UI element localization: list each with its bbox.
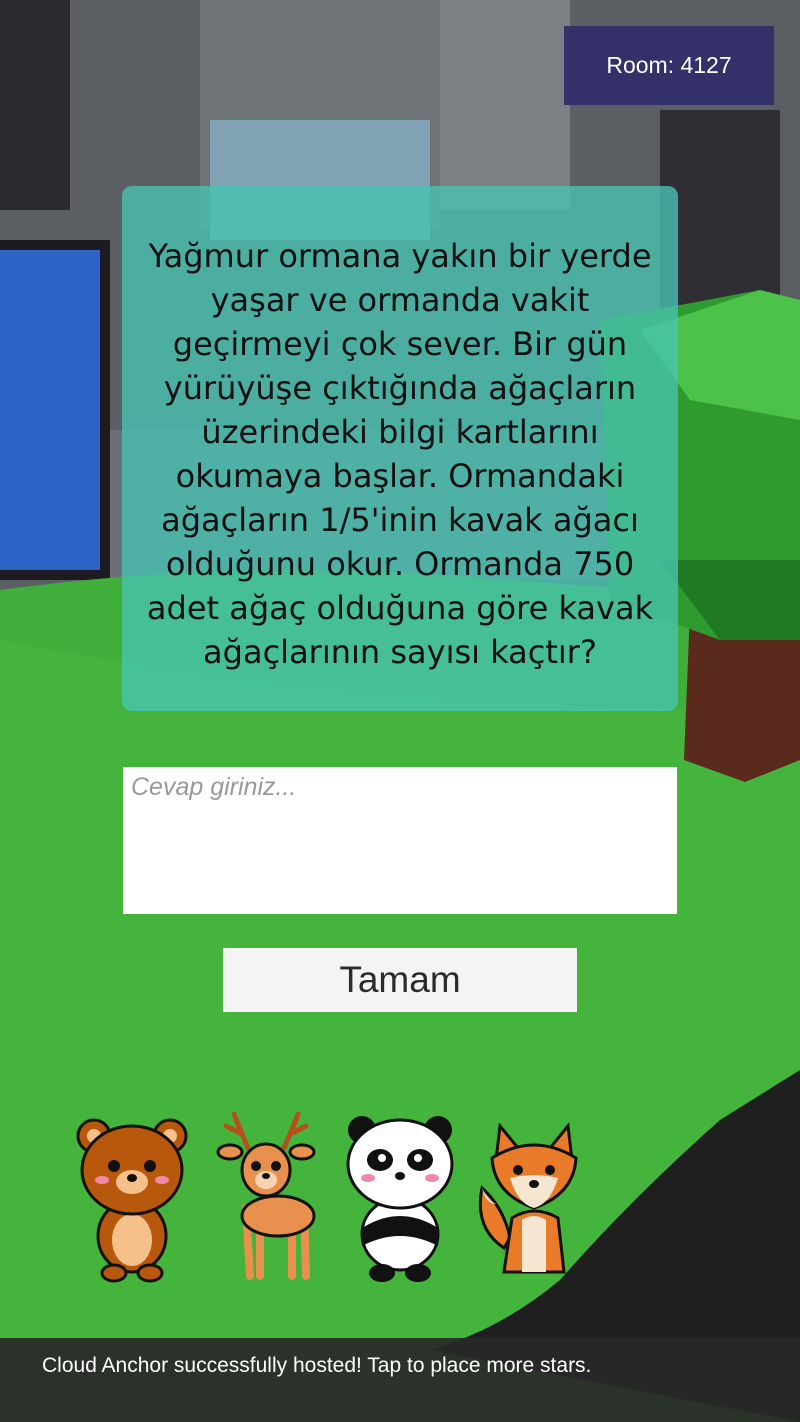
room-code-badge: Room: 4127 (564, 26, 774, 105)
question-panel: Yağmur ormana yakın bir yerde yaşar ve o… (122, 186, 678, 711)
submit-button[interactable]: Tamam (223, 948, 577, 1012)
status-message: Cloud Anchor successfully hosted! Tap to… (42, 1354, 592, 1377)
deer-icon (216, 1111, 316, 1280)
deer-character[interactable] (206, 1108, 326, 1283)
status-toast[interactable]: Cloud Anchor successfully hosted! Tap to… (0, 1338, 800, 1422)
room-code-label: Room: 4127 (606, 52, 732, 78)
panda-icon (346, 1116, 454, 1282)
question-text: Yağmur ormana yakın bir yerde yaşar ve o… (146, 236, 654, 671)
bear-character[interactable] (72, 1108, 192, 1283)
answer-input[interactable] (123, 767, 677, 914)
bear-icon (76, 1118, 188, 1283)
submit-button-label: Tamam (339, 959, 461, 1000)
fox-icon (478, 1122, 578, 1274)
fox-character[interactable] (474, 1108, 594, 1283)
panda-character[interactable] (340, 1108, 460, 1283)
